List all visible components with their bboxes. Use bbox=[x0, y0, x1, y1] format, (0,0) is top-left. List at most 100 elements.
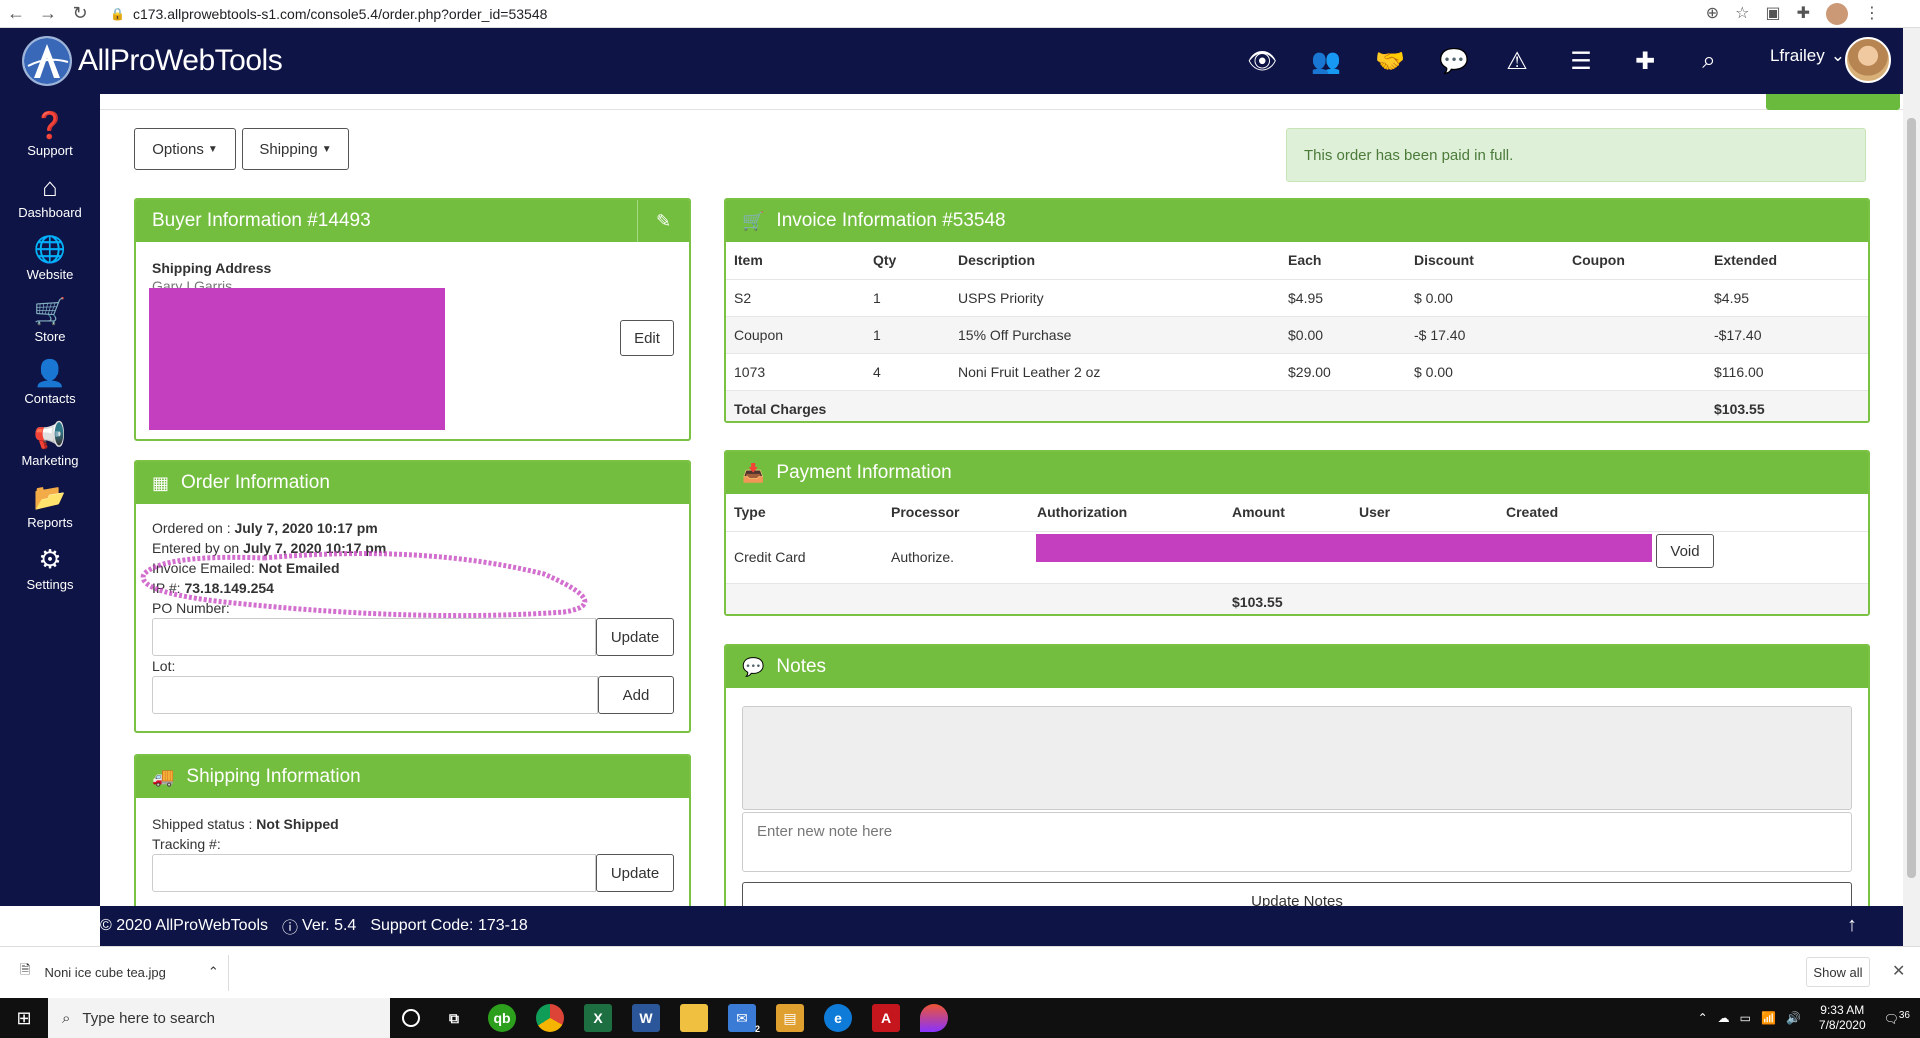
paint-drop-icon[interactable] bbox=[920, 1004, 948, 1032]
scrollbar-thumb[interactable] bbox=[1907, 118, 1916, 878]
top-green-button[interactable] bbox=[1766, 94, 1900, 110]
order-panel-header: ▦ Order Information bbox=[136, 462, 689, 504]
acrobat-icon[interactable]: A bbox=[872, 1004, 900, 1032]
version: Ver. 5.4 bbox=[302, 917, 357, 934]
update-notes-button[interactable]: Update Notes bbox=[742, 882, 1852, 906]
shipping-dropdown[interactable]: Shipping ▼ bbox=[242, 128, 349, 170]
eye-icon[interactable]: 👁 bbox=[1247, 47, 1277, 76]
forward-icon[interactable]: → bbox=[32, 3, 64, 24]
lot-add-button[interactable]: Add bbox=[598, 676, 674, 714]
po-number-input[interactable] bbox=[152, 618, 596, 656]
system-tray: ⌃ ☁ ▭ 📶 🔊 9:33 AM 7/8/2020 🗨36 bbox=[1698, 998, 1910, 1038]
user-menu[interactable]: Lfrailey ⌄ bbox=[1770, 46, 1845, 66]
cortana-icon[interactable] bbox=[402, 1009, 420, 1027]
display-icon[interactable]: ▭ bbox=[1740, 1011, 1751, 1025]
back-icon[interactable]: ← bbox=[0, 3, 32, 24]
caret-down-icon: ▼ bbox=[321, 143, 332, 155]
pencil-icon[interactable]: ✎ bbox=[637, 200, 689, 242]
search-icon[interactable]: ⌕ bbox=[1695, 47, 1723, 75]
show-all-button[interactable]: Show all bbox=[1806, 957, 1870, 987]
po-update-button[interactable]: Update bbox=[596, 618, 674, 656]
notes-panel: 💬 Notes Enter new note here Update Notes bbox=[724, 644, 1870, 906]
user-avatar[interactable] bbox=[1845, 37, 1891, 83]
cell-item: 1073 bbox=[726, 353, 865, 391]
shipped-status-label: Shipped status : bbox=[152, 816, 257, 832]
shipping-panel-header: 🚚 Shipping Information bbox=[136, 756, 689, 798]
quickbooks-icon[interactable]: qb bbox=[488, 1004, 516, 1032]
notification-icon[interactable]: 🗨36 bbox=[1884, 1010, 1910, 1026]
sidebar-item-label: Settings bbox=[26, 577, 74, 592]
sidebar-item-reports[interactable]: 📂 Reports bbox=[0, 476, 100, 538]
ordered-on-label: Ordered on : bbox=[152, 520, 235, 536]
void-button[interactable]: Void bbox=[1656, 534, 1714, 568]
edge-icon[interactable]: e bbox=[824, 1004, 852, 1032]
col-user: User bbox=[1351, 494, 1498, 532]
cell-type: Credit Card bbox=[726, 531, 883, 584]
tracking-update-button[interactable]: Update bbox=[596, 854, 674, 892]
sidebar-item-dashboard[interactable]: ⌂ Dashboard bbox=[0, 166, 100, 228]
sidebar-item-label: Dashboard bbox=[18, 205, 82, 220]
lot-label: Lot: bbox=[152, 658, 176, 674]
app-logo[interactable]: AllProWebTools bbox=[22, 36, 283, 86]
address-bar[interactable]: c173.allprowebtools-s1.com/console5.4/or… bbox=[133, 6, 547, 22]
page-scrollbar[interactable] bbox=[1903, 28, 1920, 946]
handshake-icon[interactable]: 🤝 bbox=[1375, 47, 1405, 76]
notes-history[interactable] bbox=[742, 706, 1852, 810]
reload-icon[interactable]: ↻ bbox=[64, 3, 96, 24]
edit-button[interactable]: Edit bbox=[620, 320, 674, 356]
sidebar-item-marketing[interactable]: 📢 Marketing bbox=[0, 414, 100, 476]
tasks-icon[interactable]: ☰ bbox=[1567, 47, 1595, 76]
order-title: Order Information bbox=[181, 472, 330, 493]
sidebar-item-support[interactable]: ❓ Support bbox=[0, 104, 100, 166]
payment-total-value: $103.55 bbox=[1224, 583, 1868, 614]
sidebar-item-website[interactable]: 🌐 Website bbox=[0, 228, 100, 290]
col-each: Each bbox=[1280, 242, 1406, 280]
extension-icon[interactable]: ▣ bbox=[1765, 3, 1780, 25]
users-icon[interactable]: 👥 bbox=[1311, 47, 1341, 76]
chrome-icon[interactable] bbox=[536, 1004, 564, 1032]
cloud-icon[interactable]: ☁ bbox=[1718, 1011, 1730, 1025]
sidebar-item-settings[interactable]: ⚙ Settings bbox=[0, 538, 100, 600]
arrow-up-icon[interactable]: ↑ bbox=[1847, 914, 1857, 937]
lock-icon[interactable]: 🔒 bbox=[110, 7, 125, 21]
puzzle-icon[interactable]: ✚ bbox=[1797, 3, 1810, 25]
new-note-input[interactable]: Enter new note here bbox=[742, 812, 1852, 872]
windows-start-icon[interactable]: ⊞ bbox=[0, 998, 48, 1038]
divider bbox=[228, 955, 229, 991]
warning-icon[interactable]: ⚠ bbox=[1503, 47, 1531, 76]
task-view-icon[interactable]: ⧉ bbox=[440, 1004, 468, 1032]
cart-icon: 🛒 bbox=[742, 210, 765, 231]
word-icon[interactable]: W bbox=[632, 1004, 660, 1032]
tracking-input[interactable] bbox=[152, 854, 596, 892]
total-spacer bbox=[726, 583, 1224, 614]
file-explorer-icon[interactable] bbox=[680, 1004, 708, 1032]
wifi-icon[interactable]: 📶 bbox=[1761, 1011, 1776, 1025]
col-discount: Discount bbox=[1406, 242, 1564, 280]
volume-icon[interactable]: 🔊 bbox=[1786, 1011, 1801, 1025]
sidebar-item-store[interactable]: 🛒 Store bbox=[0, 290, 100, 352]
shipped-status-value: Not Shipped bbox=[256, 816, 339, 832]
total-row: Total Charges $103.55 bbox=[726, 390, 1868, 421]
plus-icon[interactable]: ✚ bbox=[1631, 47, 1659, 76]
mail-icon[interactable]: ✉ 2 bbox=[728, 1004, 760, 1034]
brand-name: AllProWebTools bbox=[78, 44, 283, 77]
download-filename: Noni ice cube tea.jpg bbox=[44, 964, 166, 980]
taskbar-clock[interactable]: 9:33 AM 7/8/2020 bbox=[1819, 1003, 1866, 1033]
menu-dots-icon[interactable]: ⋮ bbox=[1864, 3, 1880, 25]
options-dropdown[interactable]: Options ▼ bbox=[134, 128, 236, 170]
excel-icon[interactable]: X bbox=[584, 1004, 612, 1032]
sidebar-item-contacts[interactable]: 👤 Contacts bbox=[0, 352, 100, 414]
package-icon[interactable]: ▤ bbox=[776, 1004, 804, 1032]
chat-icon[interactable]: 💬 bbox=[1439, 47, 1469, 76]
table-icon: ▦ bbox=[152, 472, 170, 493]
profile-avatar[interactable] bbox=[1826, 3, 1848, 25]
bookmark-star-icon[interactable]: ☆ bbox=[1735, 3, 1749, 25]
download-item[interactable]: 🗎 Noni ice cube tea.jpg ⌃ bbox=[20, 961, 219, 983]
lot-input[interactable] bbox=[152, 676, 598, 714]
close-icon[interactable]: ✕ bbox=[1892, 961, 1905, 981]
cell-coupon bbox=[1564, 353, 1706, 391]
chevron-up-icon[interactable]: ⌃ bbox=[208, 964, 219, 980]
chevron-up-icon[interactable]: ⌃ bbox=[1698, 1011, 1708, 1025]
zoom-icon[interactable]: ⊕ bbox=[1706, 3, 1719, 25]
taskbar-search[interactable]: ⌕ Type here to search bbox=[48, 998, 390, 1038]
